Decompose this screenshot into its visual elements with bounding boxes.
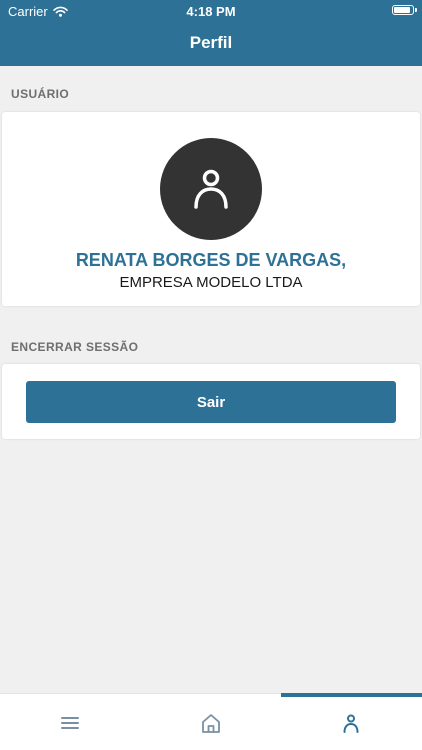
session-section-label: ENCERRAR SESSÃO (11, 340, 139, 354)
session-card: Sair (2, 364, 420, 439)
logout-button[interactable]: Sair (26, 381, 396, 423)
active-tab-indicator (281, 693, 422, 697)
avatar (160, 138, 262, 240)
user-card: RENATA BORGES DE VARGAS, EMPRESA MODELO … (2, 112, 420, 306)
profile-icon (343, 714, 359, 733)
user-company: EMPRESA MODELO LTDA (119, 274, 303, 291)
home-icon (202, 714, 220, 733)
battery-icon (392, 5, 417, 15)
person-icon (194, 169, 228, 209)
status-time: 4:18 PM (186, 4, 236, 19)
tab-menu[interactable] (0, 694, 140, 750)
user-name: RENATA BORGES DE VARGAS, (75, 250, 347, 270)
tab-profile[interactable] (281, 693, 422, 750)
tab-home[interactable] (141, 694, 281, 750)
app-header: Carrier 4:18 PM Perfil (0, 0, 422, 66)
page-title: Perfil (189, 33, 233, 52)
menu-icon (61, 717, 79, 729)
user-section-label: USUÁRIO (11, 87, 70, 101)
status-bar: Carrier 4:18 PM (0, 0, 422, 22)
tab-bar (0, 693, 422, 750)
